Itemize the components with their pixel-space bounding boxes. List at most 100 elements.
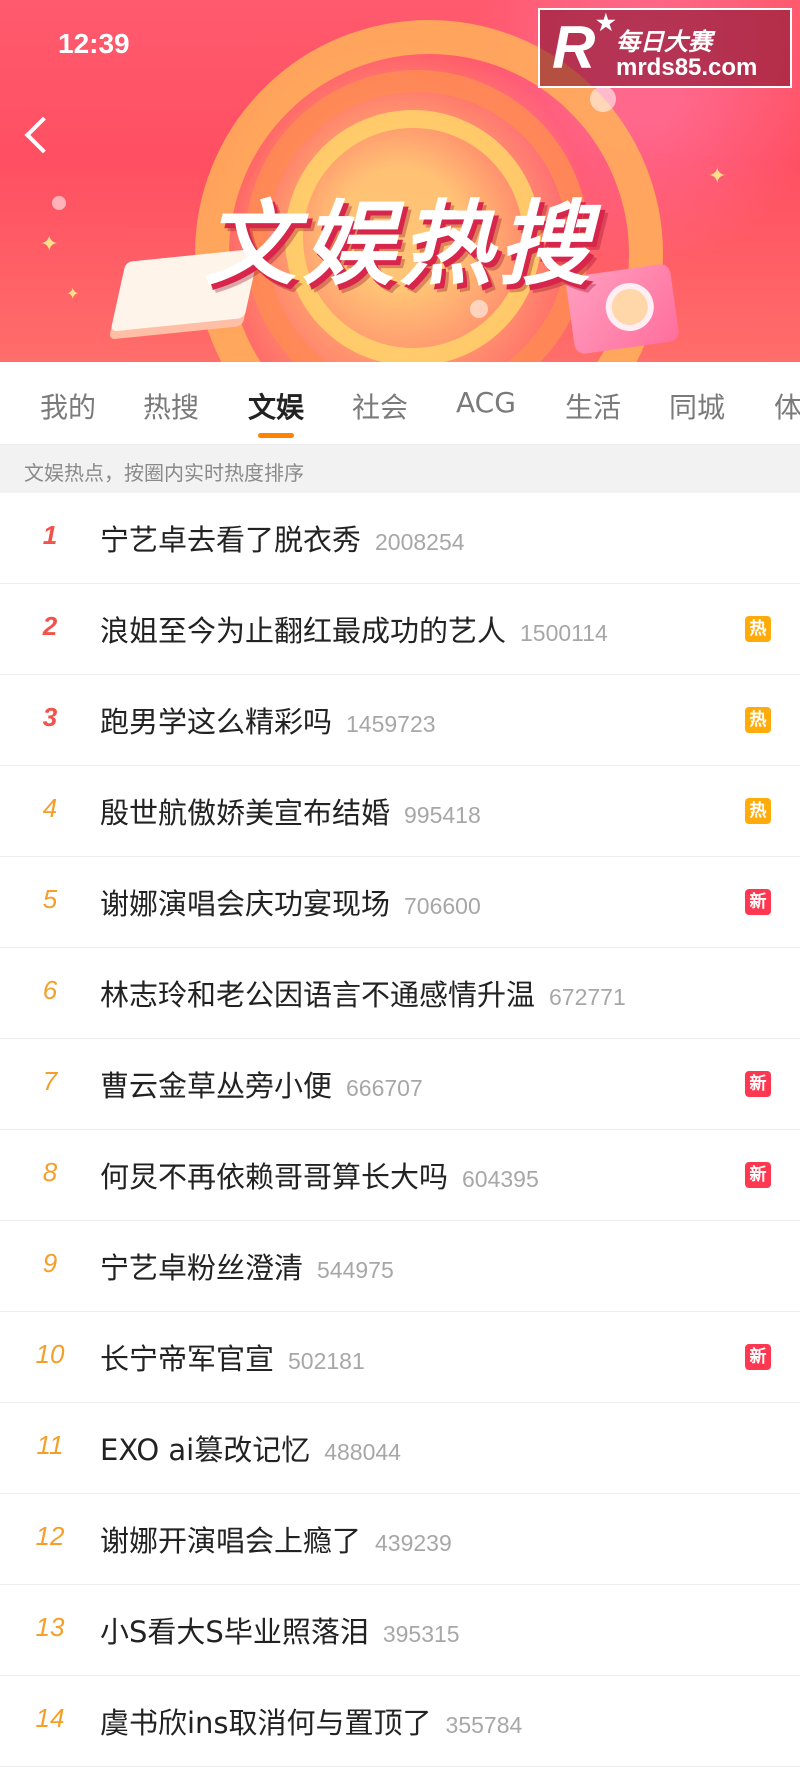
new-badge: 新 — [745, 1344, 771, 1370]
active-tab-indicator — [258, 433, 294, 438]
hot-search-list: 1 宁艺卓去看了脱衣秀 2008254 2 浪姐至今为止翻红最成功的艺人 1500114 热… — [0, 493, 800, 1767]
hot-badge: 热 — [745, 616, 771, 642]
chevron-left-icon — [24, 116, 62, 154]
list-item[interactable]: 4 殷世航傲娇美宣布结婚 995418 热 — [0, 766, 800, 857]
topic-title: 长宁帝军官宣 — [100, 1342, 275, 1376]
watermark-url: mrds85.com — [616, 54, 758, 81]
tab-society[interactable]: 社会 — [352, 386, 408, 426]
rank-number: 5 — [42, 884, 58, 914]
rank-number: 12 — [35, 1521, 65, 1551]
topic-title: 小S看大S毕业照落泪 — [100, 1615, 369, 1649]
topic-title: 谢娜开演唱会上瘾了 — [100, 1524, 362, 1558]
rank-number: 11 — [36, 1430, 64, 1460]
topic-text: 殷世航傲娇美宣布结婚 995418 — [100, 790, 481, 832]
rank-number: 4 — [42, 793, 58, 823]
tab-mine[interactable]: 我的 — [40, 386, 96, 426]
back-button[interactable] — [16, 112, 62, 156]
list-item[interactable]: 2 浪姐至今为止翻红最成功的艺人 1500114 热 — [0, 584, 800, 675]
rank-number: 6 — [42, 975, 58, 1005]
rank-number: 3 — [42, 702, 58, 732]
topic-title: 浪姐至今为止翻红最成功的艺人 — [100, 614, 507, 648]
rank-number: 1 — [42, 520, 58, 550]
tab-life[interactable]: 生活 — [565, 386, 621, 426]
heat-count: 672771 — [549, 984, 626, 1010]
heat-count: 395315 — [382, 1621, 460, 1647]
topic-text: EXO ai篡改记忆 488044 — [100, 1427, 401, 1469]
hot-badge: 热 — [745, 707, 771, 733]
topic-text: 浪姐至今为止翻红最成功的艺人 1500114 — [100, 608, 608, 650]
rank-number: 8 — [42, 1157, 58, 1187]
list-item[interactable]: 8 何炅不再依赖哥哥算长大吗 604395 新 — [0, 1130, 800, 1221]
list-description: 文娱热点，按圈内实时热度排序 — [0, 445, 800, 493]
rank-number: 7 — [42, 1066, 58, 1096]
heat-count: 706600 — [404, 893, 481, 919]
topic-title: 林志玲和老公因语言不通感情升温 — [100, 978, 536, 1012]
rank-number: 9 — [42, 1248, 58, 1278]
decor-dot — [590, 86, 616, 112]
list-item[interactable]: 3 跑男学这么精彩吗 1459723 热 — [0, 675, 800, 766]
topic-text: 跑男学这么精彩吗 1459723 — [100, 699, 436, 741]
tab-acg[interactable]: ACG — [456, 386, 516, 419]
topic-text: 曹云金草丛旁小便 666707 — [100, 1063, 423, 1105]
topic-text: 小S看大S毕业照落泪 395315 — [100, 1609, 460, 1651]
heat-count: 355784 — [445, 1712, 523, 1738]
list-item[interactable]: 9 宁艺卓粉丝澄清 544975 — [0, 1221, 800, 1312]
list-item[interactable]: 13 小S看大S毕业照落泪 395315 — [0, 1585, 800, 1676]
watermark-name: 每日大赛 — [616, 28, 712, 56]
topic-title: 宁艺卓去看了脱衣秀 — [100, 523, 362, 557]
topic-text: 宁艺卓粉丝澄清 544975 — [100, 1245, 394, 1287]
list-item[interactable]: 5 谢娜演唱会庆功宴现场 706600 新 — [0, 857, 800, 948]
topic-title: 跑男学这么精彩吗 — [100, 705, 333, 739]
rank-number: 14 — [35, 1703, 65, 1733]
list-item[interactable]: 6 林志玲和老公因语言不通感情升温 672771 — [0, 948, 800, 1039]
page-title: 文娱热搜 — [203, 191, 596, 298]
list-item[interactable]: 12 谢娜开演唱会上瘾了 439239 — [0, 1494, 800, 1585]
topic-title: 何炅不再依赖哥哥算长大吗 — [100, 1160, 449, 1194]
topic-text: 长宁帝军官宣 502181 — [100, 1336, 365, 1378]
heat-count: 544975 — [317, 1257, 394, 1283]
heat-count: 1459723 — [346, 711, 436, 737]
rank-number: 2 — [42, 611, 58, 641]
heat-count: 488044 — [324, 1439, 401, 1465]
category-tabs: 我的 热搜 文娱 社会 ACG 生活 同城 体 — [0, 362, 800, 445]
topic-title: 谢娜演唱会庆功宴现场 — [100, 887, 391, 921]
heat-count: 502181 — [288, 1348, 365, 1374]
topic-title: 曹云金草丛旁小便 — [100, 1069, 333, 1103]
list-item[interactable]: 7 曹云金草丛旁小便 666707 新 — [0, 1039, 800, 1130]
topic-text: 谢娜演唱会庆功宴现场 706600 — [100, 881, 481, 923]
heat-count: 1500114 — [520, 620, 608, 646]
topic-title: EXO ai篡改记忆 — [100, 1433, 311, 1467]
header-banner: ✦ ✦ ✦ 12:39 文娱热搜 R ★ 每日大赛 mrds85.com — [0, 0, 800, 362]
topic-title: 宁艺卓粉丝澄清 — [100, 1251, 304, 1285]
topic-text: 宁艺卓去看了脱衣秀 2008254 — [100, 517, 465, 559]
topic-text: 林志玲和老公因语言不通感情升温 672771 — [100, 972, 626, 1014]
tab-local[interactable]: 同城 — [669, 386, 725, 426]
topic-text: 何炅不再依赖哥哥算长大吗 604395 — [100, 1154, 539, 1196]
rank-number: 10 — [35, 1339, 65, 1369]
watermark: R ★ 每日大赛 mrds85.com — [538, 8, 792, 88]
new-badge: 新 — [745, 1071, 771, 1097]
list-description-text: 文娱热点，按圈内实时热度排序 — [24, 461, 304, 485]
rank-number: 13 — [35, 1612, 65, 1642]
heat-count: 995418 — [404, 802, 481, 828]
list-item[interactable]: 1 宁艺卓去看了脱衣秀 2008254 — [0, 493, 800, 584]
topic-text: 虞书欣ins取消何与置顶了 355784 — [100, 1700, 522, 1742]
new-badge: 新 — [745, 1162, 771, 1188]
heat-count: 2008254 — [375, 529, 465, 555]
hot-badge: 热 — [745, 798, 771, 824]
watermark-logo: R ★ — [552, 10, 616, 81]
list-item[interactable]: 11 EXO ai篡改记忆 488044 — [0, 1403, 800, 1494]
heat-count: 439239 — [375, 1530, 452, 1556]
heat-count: 666707 — [346, 1075, 423, 1101]
topic-text: 谢娜开演唱会上瘾了 439239 — [100, 1518, 452, 1560]
tab-sports[interactable]: 体 — [774, 386, 800, 426]
topic-title: 殷世航傲娇美宣布结婚 — [100, 796, 391, 830]
list-item[interactable]: 10 长宁帝军官宣 502181 新 — [0, 1312, 800, 1403]
status-time: 12:39 — [58, 28, 130, 59]
topic-title: 虞书欣ins取消何与置顶了 — [100, 1706, 432, 1740]
heat-count: 604395 — [462, 1166, 539, 1192]
tab-entertainment[interactable]: 文娱 — [248, 386, 304, 426]
list-item[interactable]: 14 虞书欣ins取消何与置顶了 355784 — [0, 1676, 800, 1767]
new-badge: 新 — [745, 889, 771, 915]
tab-hot-search[interactable]: 热搜 — [143, 386, 199, 426]
